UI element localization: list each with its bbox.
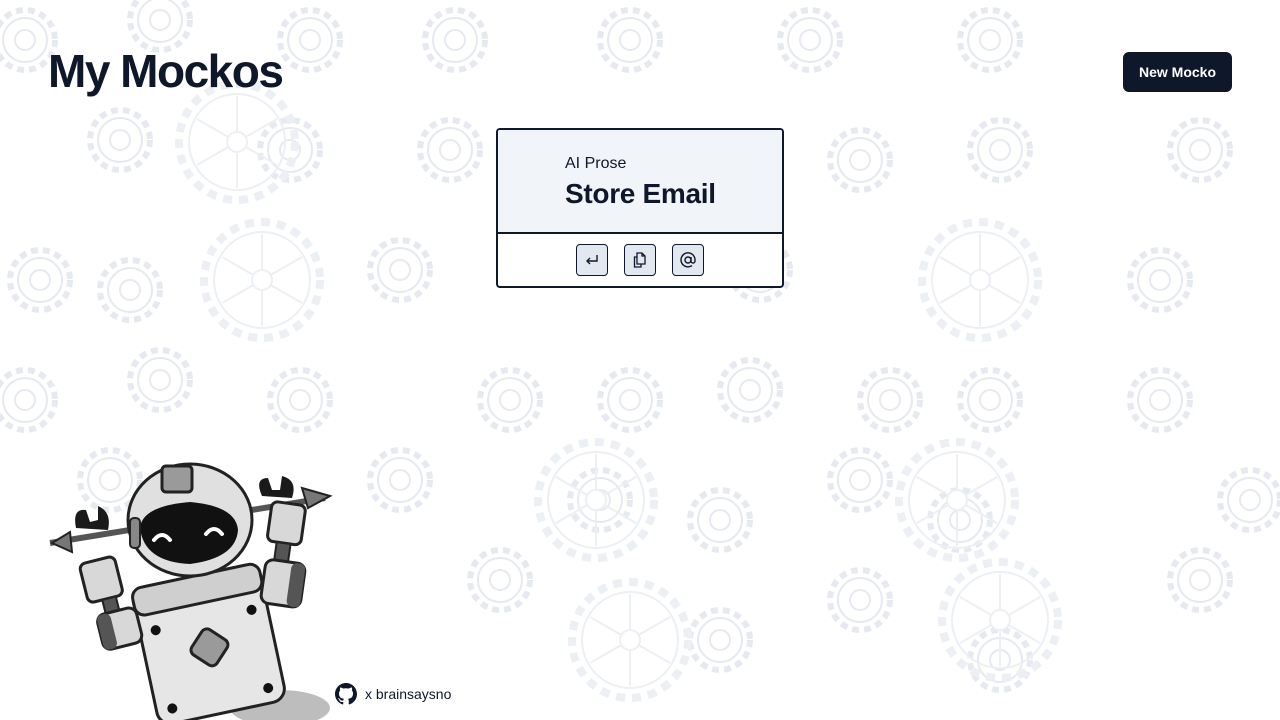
copy-button[interactable] <box>624 244 656 276</box>
github-icon[interactable] <box>335 683 357 705</box>
mocko-name: Store Email <box>565 178 716 209</box>
mocko-card-actions <box>498 234 782 276</box>
mocko-card-header[interactable]: AI Prose Store Email <box>498 130 782 234</box>
footer: x brainsaysno <box>335 683 451 705</box>
page-title: My Mockos <box>48 45 284 97</box>
email-button[interactable] <box>672 244 704 276</box>
copy-icon <box>633 252 646 268</box>
page: My Mockos New Mocko AI Prose Store Email <box>0 0 1280 720</box>
mocko-category: AI Prose <box>565 155 627 172</box>
enter-icon <box>586 255 598 265</box>
footer-credit-link[interactable]: x brainsaysno <box>365 686 451 702</box>
mocko-card[interactable]: AI Prose Store Email <box>496 128 784 288</box>
at-sign-icon <box>680 252 696 268</box>
new-mocko-button[interactable]: New Mocko <box>1123 52 1232 92</box>
robot-mascot-illustration <box>49 462 333 720</box>
open-button[interactable] <box>576 244 608 276</box>
